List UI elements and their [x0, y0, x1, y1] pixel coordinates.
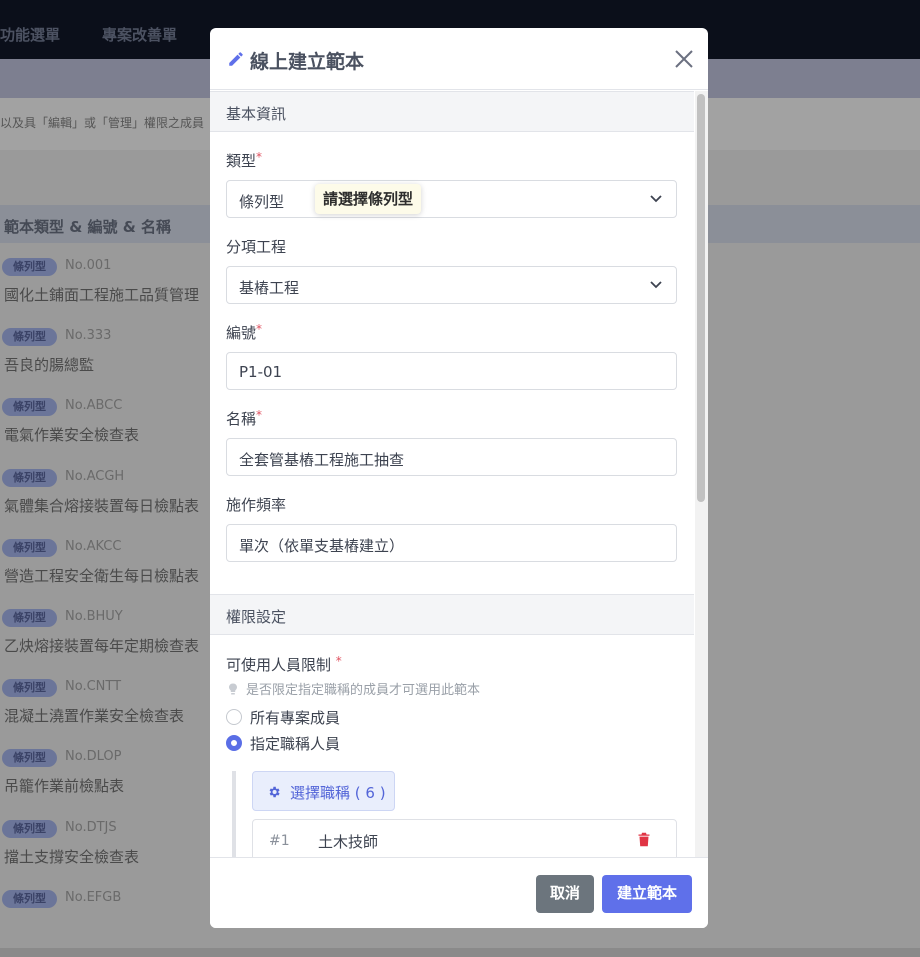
bg-type-badge: 條列型 — [2, 679, 57, 697]
lightbulb-icon — [229, 683, 237, 695]
bg-item-no: No.333 — [65, 328, 112, 343]
permission-label-text: 可使用人員限制 — [226, 656, 332, 674]
bg-type-badge: 條列型 — [2, 749, 57, 767]
bg-type-badge: 條列型 — [2, 820, 57, 838]
job-title-name: 土木技師 — [318, 833, 379, 851]
bg-type-badge: 條列型 — [2, 258, 57, 276]
bg-type-badge: 條列型 — [2, 609, 57, 627]
type-tooltip: 請選擇條列型 — [315, 184, 422, 214]
permission-label: 可使用人員限制 * — [226, 654, 342, 675]
code-input[interactable]: P1-01 — [226, 352, 677, 390]
section-title: 權限設定 — [226, 608, 287, 626]
select-job-title-label: 選擇職稱 ( 6 ) — [290, 784, 386, 802]
bg-item-name: 營造工程安全衛生每日檢點表 — [4, 567, 200, 585]
type-select[interactable]: 條列型 請選擇條列型 — [226, 180, 677, 218]
pencil-icon — [229, 52, 243, 66]
bg-type-badge: 條列型 — [2, 398, 57, 416]
close-icon[interactable] — [672, 47, 696, 71]
bg-nav-improvement: 專案改善單 — [102, 26, 178, 44]
modal-header: 線上建立範本 — [210, 28, 708, 90]
create-template-button[interactable]: 建立範本 — [602, 875, 692, 913]
name-label-text: 名稱 — [226, 410, 257, 428]
code-label: 編號* — [226, 322, 262, 343]
radio-label: 所有專案成員 — [250, 709, 341, 727]
bg-type-badge: 條列型 — [2, 328, 57, 346]
required-mark: * — [256, 322, 263, 336]
bg-item-no: No.ACGH — [65, 469, 125, 484]
name-label: 名稱* — [226, 408, 262, 429]
bg-table-header-text: 範本類型 & 編號 & 名稱 — [4, 218, 172, 236]
subitem-select[interactable]: 基樁工程 — [226, 266, 677, 304]
radio-button[interactable] — [226, 709, 242, 725]
frequency-label-text: 施作頻率 — [226, 496, 287, 514]
bg-item-no: No.ABCC — [65, 398, 123, 413]
name-input-value: 全套管基樁工程施工抽查 — [239, 451, 405, 469]
code-input-value: P1-01 — [239, 363, 283, 381]
chevron-down-icon — [650, 195, 662, 203]
indent-bar — [232, 771, 236, 857]
required-mark: * — [335, 654, 342, 668]
bg-item-no: No.CNTT — [65, 679, 122, 694]
bg-item-name: 吊籠作業前檢點表 — [4, 777, 125, 795]
required-mark: * — [256, 408, 263, 422]
bg-item-no: No.DLOP — [65, 749, 122, 764]
create-template-modal: 線上建立範本 基本資訊 類型* 條列型 請選擇條列型 分項工程 基樁工程 編號*… — [210, 28, 708, 928]
bg-item-name: 擋土支撐安全檢查表 — [4, 848, 140, 866]
select-job-title-button[interactable]: 選擇職稱 ( 6 ) — [252, 771, 395, 811]
modal-scrollbar[interactable] — [695, 91, 708, 857]
bg-item-no: No.DTJS — [65, 820, 117, 835]
code-label-text: 編號 — [226, 324, 257, 342]
subitem-label-text: 分項工程 — [226, 238, 287, 256]
modal-footer: 取消 建立範本 — [210, 857, 708, 928]
bg-notice-text: 以及具「編輯」或「管理」權限之成員 — [0, 116, 205, 130]
permission-hint: 是否限定指定職稱的成員才可選用此範本 — [228, 679, 480, 698]
required-mark: * — [256, 150, 263, 164]
bg-item-no: No.BHUY — [65, 609, 123, 624]
gear-icon — [269, 786, 280, 798]
trash-icon[interactable] — [638, 832, 650, 847]
bg-type-badge: 條列型 — [2, 469, 57, 487]
bg-item-no: No.001 — [65, 258, 112, 273]
cancel-button[interactable]: 取消 — [536, 875, 594, 913]
bg-item-no: No.EFGB — [65, 890, 122, 905]
modal-body: 基本資訊 類型* 條列型 請選擇條列型 分項工程 基樁工程 編號* P1-01 … — [210, 91, 694, 857]
background-bottom-strip — [0, 948, 920, 957]
type-label-text: 類型 — [226, 152, 257, 170]
bg-item-name: 電氣作業安全檢查表 — [4, 426, 140, 444]
bg-type-badge: 條列型 — [2, 890, 57, 908]
job-title-index: #1 — [269, 833, 290, 849]
bg-nav-menu: 功能選單 — [0, 26, 61, 44]
subitem-select-value: 基樁工程 — [239, 279, 300, 297]
scrollbar-thumb[interactable] — [697, 94, 705, 502]
subitem-label: 分項工程 — [226, 236, 286, 257]
chevron-down-icon — [650, 281, 662, 289]
frequency-input-value: 單次（依單支基樁建立） — [239, 537, 405, 555]
section-permission: 權限設定 — [210, 594, 694, 635]
bg-item-name: 混凝土澆置作業安全檢查表 — [4, 707, 185, 725]
bg-item-name: 吾良的腸總監 — [4, 356, 95, 374]
bg-item-no: No.AKCC — [65, 539, 122, 554]
permission-hint-text: 是否限定指定職稱的成員才可選用此範本 — [246, 683, 481, 698]
type-label: 類型* — [226, 150, 262, 171]
bg-item-name: 氣體集合熔接裝置每日檢點表 — [4, 497, 200, 515]
section-title: 基本資訊 — [226, 105, 287, 123]
modal-title: 線上建立範本 — [250, 51, 365, 73]
frequency-input[interactable]: 單次（依單支基樁建立） — [226, 524, 677, 562]
frequency-label: 施作頻率 — [226, 494, 286, 515]
type-select-value: 條列型 — [239, 193, 285, 211]
bg-item-name: 乙炔熔接裝置每年定期檢查表 — [4, 637, 200, 655]
bg-type-badge: 條列型 — [2, 539, 57, 557]
job-title-item: #1 土木技師 — [252, 819, 677, 857]
section-basic-info: 基本資訊 — [210, 91, 694, 132]
bg-item-name: 國化土鋪面工程施工品質管理 — [4, 286, 200, 304]
name-input[interactable]: 全套管基樁工程施工抽查 — [226, 438, 677, 476]
radio-label: 指定職稱人員 — [250, 735, 341, 753]
radio-button-selected[interactable] — [226, 735, 242, 751]
